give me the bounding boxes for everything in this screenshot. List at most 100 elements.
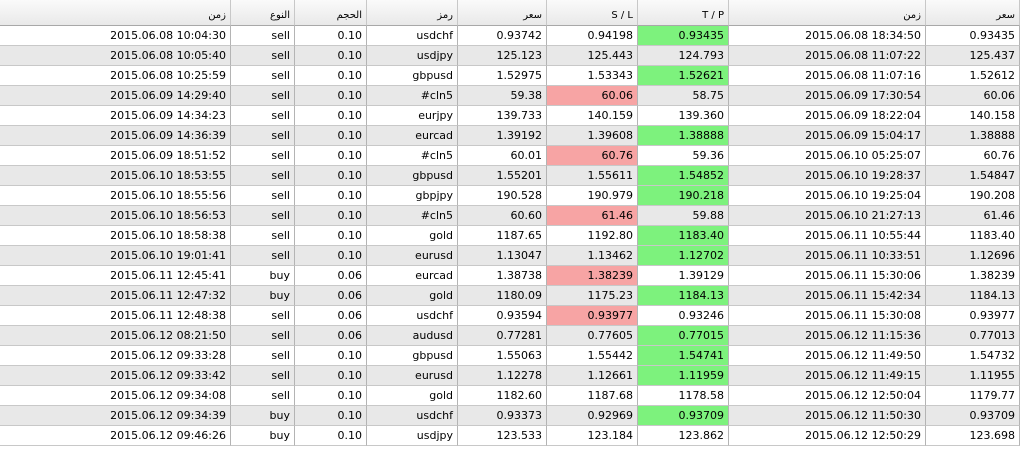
- header-open-time[interactable]: زمن: [0, 0, 231, 26]
- table-row[interactable]: 2015.06.10 19:01:41 sell 0.10 eurusd 1.13047…: [0, 246, 1020, 266]
- header-volume[interactable]: الحجم: [295, 0, 367, 26]
- table-row[interactable]: 2015.06.12 09:33:28 sell 0.10 gbpusd 1.55063…: [0, 346, 1020, 366]
- open-time-cell: 2015.06.09 14:34:23: [0, 106, 231, 126]
- table-row[interactable]: 2015.06.09 14:29:40 sell 0.10 #cln5 59.38 60.…: [0, 86, 1020, 106]
- header-open-price[interactable]: سعر: [458, 0, 547, 26]
- close-time-cell: 2015.06.11 10:55:44: [729, 226, 926, 246]
- open-price-cell: 1.52975: [458, 66, 547, 86]
- open-price-cell: 139.733: [458, 106, 547, 126]
- close-price-cell: 1.54732: [926, 346, 1020, 366]
- open-price-cell: 0.93594: [458, 306, 547, 326]
- header-close-time[interactable]: زمن: [729, 0, 926, 26]
- close-price-cell: 1.38239: [926, 266, 1020, 286]
- type-cell: sell: [231, 326, 295, 346]
- open-time-cell: 2015.06.12 09:33:42: [0, 366, 231, 386]
- header-stop-loss[interactable]: S / L: [547, 0, 638, 26]
- take-profit-cell: 0.77015: [638, 326, 729, 346]
- table-row[interactable]: 2015.06.11 12:47:32 buy 0.06 gold 1180.09 117…: [0, 286, 1020, 306]
- open-time-cell: 2015.06.12 08:21:50: [0, 326, 231, 346]
- open-price-cell: 1.39192: [458, 126, 547, 146]
- close-time-cell: 2015.06.10 19:28:37: [729, 166, 926, 186]
- table-row[interactable]: 2015.06.11 12:45:41 buy 0.06 eurcad 1.38738 1…: [0, 266, 1020, 286]
- type-cell: sell: [231, 246, 295, 266]
- take-profit-cell: 1.39129: [638, 266, 729, 286]
- close-time-cell: 2015.06.12 11:50:30: [729, 406, 926, 426]
- volume-cell: 0.06: [295, 266, 367, 286]
- close-time-cell: 2015.06.12 11:49:15: [729, 366, 926, 386]
- table-row[interactable]: 2015.06.12 09:34:39 buy 0.10 usdchf 0.93373 0…: [0, 406, 1020, 426]
- volume-cell: 0.10: [295, 86, 367, 106]
- open-price-cell: 0.93373: [458, 406, 547, 426]
- header-close-price[interactable]: سعر: [926, 0, 1020, 26]
- open-price-cell: 1.55201: [458, 166, 547, 186]
- stop-loss-cell: 0.93977: [547, 306, 638, 326]
- open-time-cell: 2015.06.10 19:01:41: [0, 246, 231, 266]
- open-price-cell: 0.93742: [458, 26, 547, 46]
- open-time-cell: 2015.06.10 18:56:53: [0, 206, 231, 226]
- stop-loss-cell: 0.77605: [547, 326, 638, 346]
- table-row[interactable]: 2015.06.12 09:33:42 sell 0.10 eurusd 1.12278…: [0, 366, 1020, 386]
- table-row[interactable]: 2015.06.10 18:53:55 sell 0.10 gbpusd 1.55201…: [0, 166, 1020, 186]
- table-row[interactable]: 2015.06.09 18:51:52 sell 0.10 #cln5 60.01 60.…: [0, 146, 1020, 166]
- table-row[interactable]: 2015.06.12 09:46:26 buy 0.10 usdjpy 123.533 1…: [0, 426, 1020, 446]
- type-cell: buy: [231, 266, 295, 286]
- open-price-cell: 60.60: [458, 206, 547, 226]
- table-row[interactable]: 2015.06.11 12:48:38 sell 0.06 usdchf 0.93594…: [0, 306, 1020, 326]
- symbol-cell: eurusd: [367, 246, 458, 266]
- close-price-cell: 1.52612: [926, 66, 1020, 86]
- stop-loss-cell: 60.76: [547, 146, 638, 166]
- open-time-cell: 2015.06.10 18:58:38: [0, 226, 231, 246]
- open-time-cell: 2015.06.11 12:48:38: [0, 306, 231, 326]
- take-profit-cell: 1.12702: [638, 246, 729, 266]
- open-price-cell: 1187.65: [458, 226, 547, 246]
- header-take-profit[interactable]: T / P: [638, 0, 729, 26]
- table-row[interactable]: 2015.06.10 18:58:38 sell 0.10 gold 1187.65 11…: [0, 226, 1020, 246]
- type-cell: sell: [231, 146, 295, 166]
- header-symbol[interactable]: رمز: [367, 0, 458, 26]
- symbol-cell: gold: [367, 386, 458, 406]
- volume-cell: 0.10: [295, 46, 367, 66]
- close-price-cell: 60.06: [926, 86, 1020, 106]
- table-row[interactable]: 2015.06.08 10:25:59 sell 0.10 gbpusd 1.52975…: [0, 66, 1020, 86]
- table-row[interactable]: 2015.06.10 18:56:53 sell 0.10 #cln5 60.60 61.…: [0, 206, 1020, 226]
- stop-loss-cell: 190.979: [547, 186, 638, 206]
- close-time-cell: 2015.06.08 18:34:50: [729, 26, 926, 46]
- open-price-cell: 1.13047: [458, 246, 547, 266]
- close-price-cell: 0.77013: [926, 326, 1020, 346]
- symbol-cell: audusd: [367, 326, 458, 346]
- take-profit-cell: 1183.40: [638, 226, 729, 246]
- type-cell: sell: [231, 346, 295, 366]
- stop-loss-cell: 1.12661: [547, 366, 638, 386]
- open-time-cell: 2015.06.10 18:53:55: [0, 166, 231, 186]
- stop-loss-cell: 125.443: [547, 46, 638, 66]
- open-time-cell: 2015.06.11 12:47:32: [0, 286, 231, 306]
- open-price-cell: 123.533: [458, 426, 547, 446]
- take-profit-cell: 1.38888: [638, 126, 729, 146]
- open-time-cell: 2015.06.08 10:05:40: [0, 46, 231, 66]
- volume-cell: 0.10: [295, 66, 367, 86]
- trade-history-table: زمن النوع الحجم رمز سعر S / L T / P زمن …: [0, 0, 1020, 446]
- header-type[interactable]: النوع: [231, 0, 295, 26]
- take-profit-cell: 124.793: [638, 46, 729, 66]
- table-row[interactable]: 2015.06.10 18:55:56 sell 0.10 gbpjpy 190.528…: [0, 186, 1020, 206]
- close-price-cell: 61.46: [926, 206, 1020, 226]
- table-row[interactable]: 2015.06.08 10:05:40 sell 0.10 usdjpy 125.123…: [0, 46, 1020, 66]
- table-row[interactable]: 2015.06.09 14:34:23 sell 0.10 eurjpy 139.733…: [0, 106, 1020, 126]
- symbol-cell: eurusd: [367, 366, 458, 386]
- volume-cell: 0.10: [295, 186, 367, 206]
- type-cell: sell: [231, 26, 295, 46]
- symbol-cell: eurcad: [367, 266, 458, 286]
- close-time-cell: 2015.06.11 15:30:06: [729, 266, 926, 286]
- symbol-cell: usdchf: [367, 306, 458, 326]
- symbol-cell: gbpusd: [367, 66, 458, 86]
- close-price-cell: 1.11955: [926, 366, 1020, 386]
- volume-cell: 0.10: [295, 126, 367, 146]
- table-row[interactable]: 2015.06.09 14:36:39 sell 0.10 eurcad 1.39192…: [0, 126, 1020, 146]
- type-cell: sell: [231, 66, 295, 86]
- close-time-cell: 2015.06.12 12:50:29: [729, 426, 926, 446]
- table-row[interactable]: 2015.06.08 10:04:30 sell 0.10 usdchf 0.93742…: [0, 26, 1020, 46]
- volume-cell: 0.10: [295, 146, 367, 166]
- table-row[interactable]: 2015.06.12 09:34:08 sell 0.10 gold 1182.60 11…: [0, 386, 1020, 406]
- symbol-cell: eurcad: [367, 126, 458, 146]
- table-row[interactable]: 2015.06.12 08:21:50 sell 0.06 audusd 0.77281…: [0, 326, 1020, 346]
